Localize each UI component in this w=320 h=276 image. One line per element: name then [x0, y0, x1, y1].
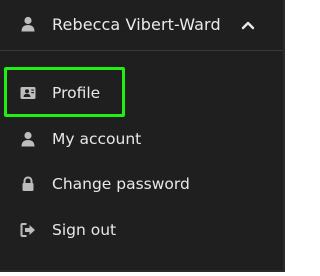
id-card-icon	[20, 85, 36, 101]
user-name: Rebecca Vibert-Ward	[52, 15, 221, 34]
menu-item-label: Sign out	[52, 221, 117, 239]
user-menu-toggle[interactable]: Rebecca Vibert-Ward	[0, 0, 283, 51]
user-dropdown-menu: Rebecca Vibert-Ward Profile My account C…	[0, 0, 285, 272]
chevron-up-icon[interactable]	[240, 17, 256, 33]
menu-item-label: Change password	[52, 175, 190, 193]
sign-out-icon	[20, 222, 36, 238]
user-icon	[20, 16, 36, 32]
menu-item-change-password[interactable]: Change password	[0, 165, 283, 203]
menu-item-label: Profile	[52, 84, 101, 102]
user-icon	[20, 131, 36, 147]
menu-item-profile[interactable]: Profile	[0, 74, 283, 112]
lock-icon	[20, 176, 36, 192]
menu-item-sign-out[interactable]: Sign out	[0, 211, 283, 249]
menu-item-label: My account	[52, 130, 142, 148]
menu-item-my-account[interactable]: My account	[0, 120, 283, 158]
